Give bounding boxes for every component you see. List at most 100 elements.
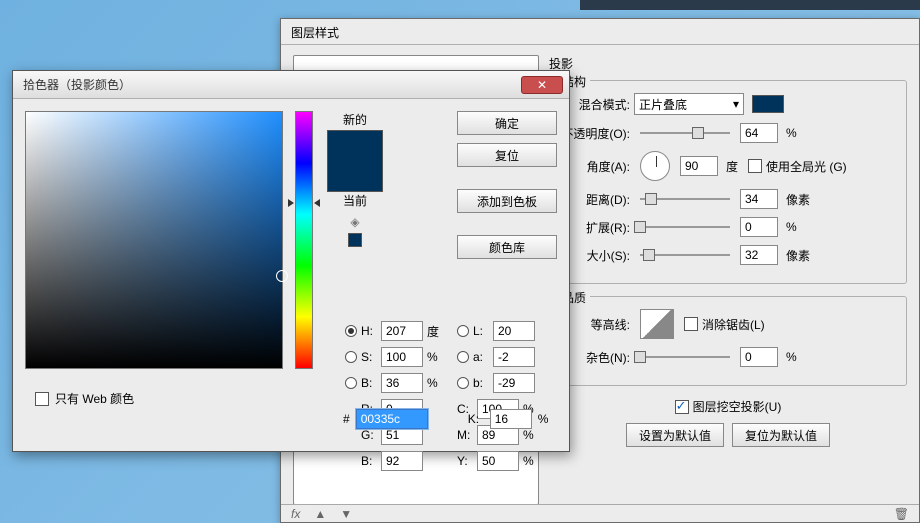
blend-color-swatch[interactable]: [752, 95, 784, 113]
y-field[interactable]: [477, 451, 519, 471]
quality-group: 品质 等高线: 消除锯齿(L) 杂色(N): %: [549, 296, 907, 386]
k-label: K:: [468, 412, 484, 426]
distance-slider[interactable]: [640, 198, 730, 200]
bl-label: b:: [473, 376, 489, 390]
spread-label: 扩展(R):: [560, 219, 630, 236]
noise-field[interactable]: [740, 347, 778, 367]
opacity-unit: %: [786, 126, 797, 140]
h-unit: 度: [427, 323, 441, 340]
layer-style-title: 图层样式: [281, 19, 919, 45]
noise-slider[interactable]: [640, 356, 730, 358]
b-label: B:: [361, 376, 377, 390]
size-unit: 像素: [786, 247, 810, 264]
web-only-row: 只有 Web 颜色: [35, 390, 134, 407]
b-radio[interactable]: [345, 377, 357, 389]
use-global-light-label: 使用全局光 (G): [766, 158, 847, 175]
distance-label: 距离(D):: [560, 191, 630, 208]
blend-mode-select[interactable]: 正片叠底▾: [634, 93, 744, 115]
websafe-swatch[interactable]: [348, 233, 362, 247]
distance-unit: 像素: [786, 191, 810, 208]
opacity-label: 不透明度(O):: [560, 125, 630, 142]
k-field[interactable]: [490, 409, 532, 429]
a-label: a:: [473, 350, 489, 364]
bl-radio[interactable]: [457, 377, 469, 389]
contour-picker[interactable]: [640, 309, 674, 339]
use-global-light-checkbox[interactable]: [748, 159, 762, 173]
knockout-label: 图层挖空投影(U): [693, 398, 782, 415]
s-field[interactable]: [381, 347, 423, 367]
structure-group: 结构 混合模式: 正片叠底▾ 不透明度(O): % 角度(A): 度: [549, 80, 907, 284]
g-label: G:: [361, 428, 377, 442]
h-radio[interactable]: [345, 325, 357, 337]
close-button[interactable]: ✕: [521, 76, 563, 94]
new-color-label: 新的: [327, 111, 383, 128]
contour-label: 等高线:: [560, 316, 630, 333]
up-arrow-icon[interactable]: ▲: [314, 507, 326, 521]
opacity-slider[interactable]: [640, 132, 730, 134]
new-color-swatch[interactable]: [328, 131, 382, 161]
s-label: S:: [361, 350, 377, 364]
current-color-label: 当前: [327, 192, 383, 209]
ls-footer: fx ▲ ▼ 🗑: [281, 504, 919, 522]
distance-field[interactable]: [740, 189, 778, 209]
antialias-label: 消除锯齿(L): [702, 316, 765, 333]
spread-slider[interactable]: [640, 226, 730, 228]
s-unit: %: [427, 350, 441, 364]
angle-field[interactable]: [680, 156, 718, 176]
cancel-button[interactable]: 复位: [457, 143, 557, 167]
blend-mode-label: 混合模式:: [560, 96, 630, 113]
add-swatch-button[interactable]: 添加到色板: [457, 189, 557, 213]
down-arrow-icon[interactable]: ▼: [340, 507, 352, 521]
hex-field[interactable]: [356, 409, 428, 429]
color-libraries-button[interactable]: 颜色库: [457, 235, 557, 259]
color-preview-swatches: [327, 130, 383, 192]
color-picker-dialog: 拾色器（投影颜色） ✕ 新的 当前 ◈ 确定 复位 添加到色板 颜色库: [12, 70, 570, 452]
size-label: 大小(S):: [560, 247, 630, 264]
hue-arrow-right-icon: [314, 199, 320, 207]
spread-field[interactable]: [740, 217, 778, 237]
L-radio[interactable]: [457, 325, 469, 337]
angle-dial[interactable]: [640, 151, 670, 181]
hue-arrow-left-icon: [288, 199, 294, 207]
current-color-swatch[interactable]: [328, 161, 382, 191]
hue-slider[interactable]: [295, 111, 313, 369]
noise-unit: %: [786, 350, 797, 364]
color-field-cursor: [276, 270, 288, 282]
a-radio[interactable]: [457, 351, 469, 363]
gamut-warning-icon[interactable]: ◈: [348, 215, 362, 229]
antialias-checkbox[interactable]: [684, 317, 698, 331]
color-field[interactable]: [25, 111, 283, 369]
trash-icon[interactable]: 🗑: [894, 507, 909, 521]
b-field[interactable]: [381, 373, 423, 393]
L-label: L:: [473, 324, 489, 338]
y-label: Y:: [457, 454, 473, 468]
make-default-button[interactable]: 设置为默认值: [626, 423, 724, 447]
bb-label: B:: [361, 454, 377, 468]
ok-button[interactable]: 确定: [457, 111, 557, 135]
L-field[interactable]: [493, 321, 535, 341]
b-unit: %: [427, 376, 441, 390]
close-icon: ✕: [537, 78, 547, 92]
bl-field[interactable]: [493, 373, 535, 393]
opacity-field[interactable]: [740, 123, 778, 143]
noise-label: 杂色(N):: [560, 349, 630, 366]
h-field[interactable]: [381, 321, 423, 341]
cp-title: 拾色器（投影颜色）: [23, 76, 521, 93]
section-header: 投影: [549, 55, 907, 72]
spread-unit: %: [786, 220, 797, 234]
a-field[interactable]: [493, 347, 535, 367]
knockout-checkbox[interactable]: [675, 400, 689, 414]
angle-unit: 度: [726, 158, 738, 175]
k-unit: %: [538, 412, 552, 426]
reset-default-button[interactable]: 复位为默认值: [732, 423, 830, 447]
m-unit: %: [523, 428, 537, 442]
size-slider[interactable]: [640, 254, 730, 256]
s-radio[interactable]: [345, 351, 357, 363]
app-topbar: [580, 0, 920, 10]
cp-titlebar[interactable]: 拾色器（投影颜色） ✕: [13, 71, 569, 99]
web-only-checkbox[interactable]: [35, 392, 49, 406]
bb-field[interactable]: [381, 451, 423, 471]
fx-icon[interactable]: fx: [291, 507, 300, 521]
size-field[interactable]: [740, 245, 778, 265]
dropdown-icon: ▾: [733, 97, 739, 111]
